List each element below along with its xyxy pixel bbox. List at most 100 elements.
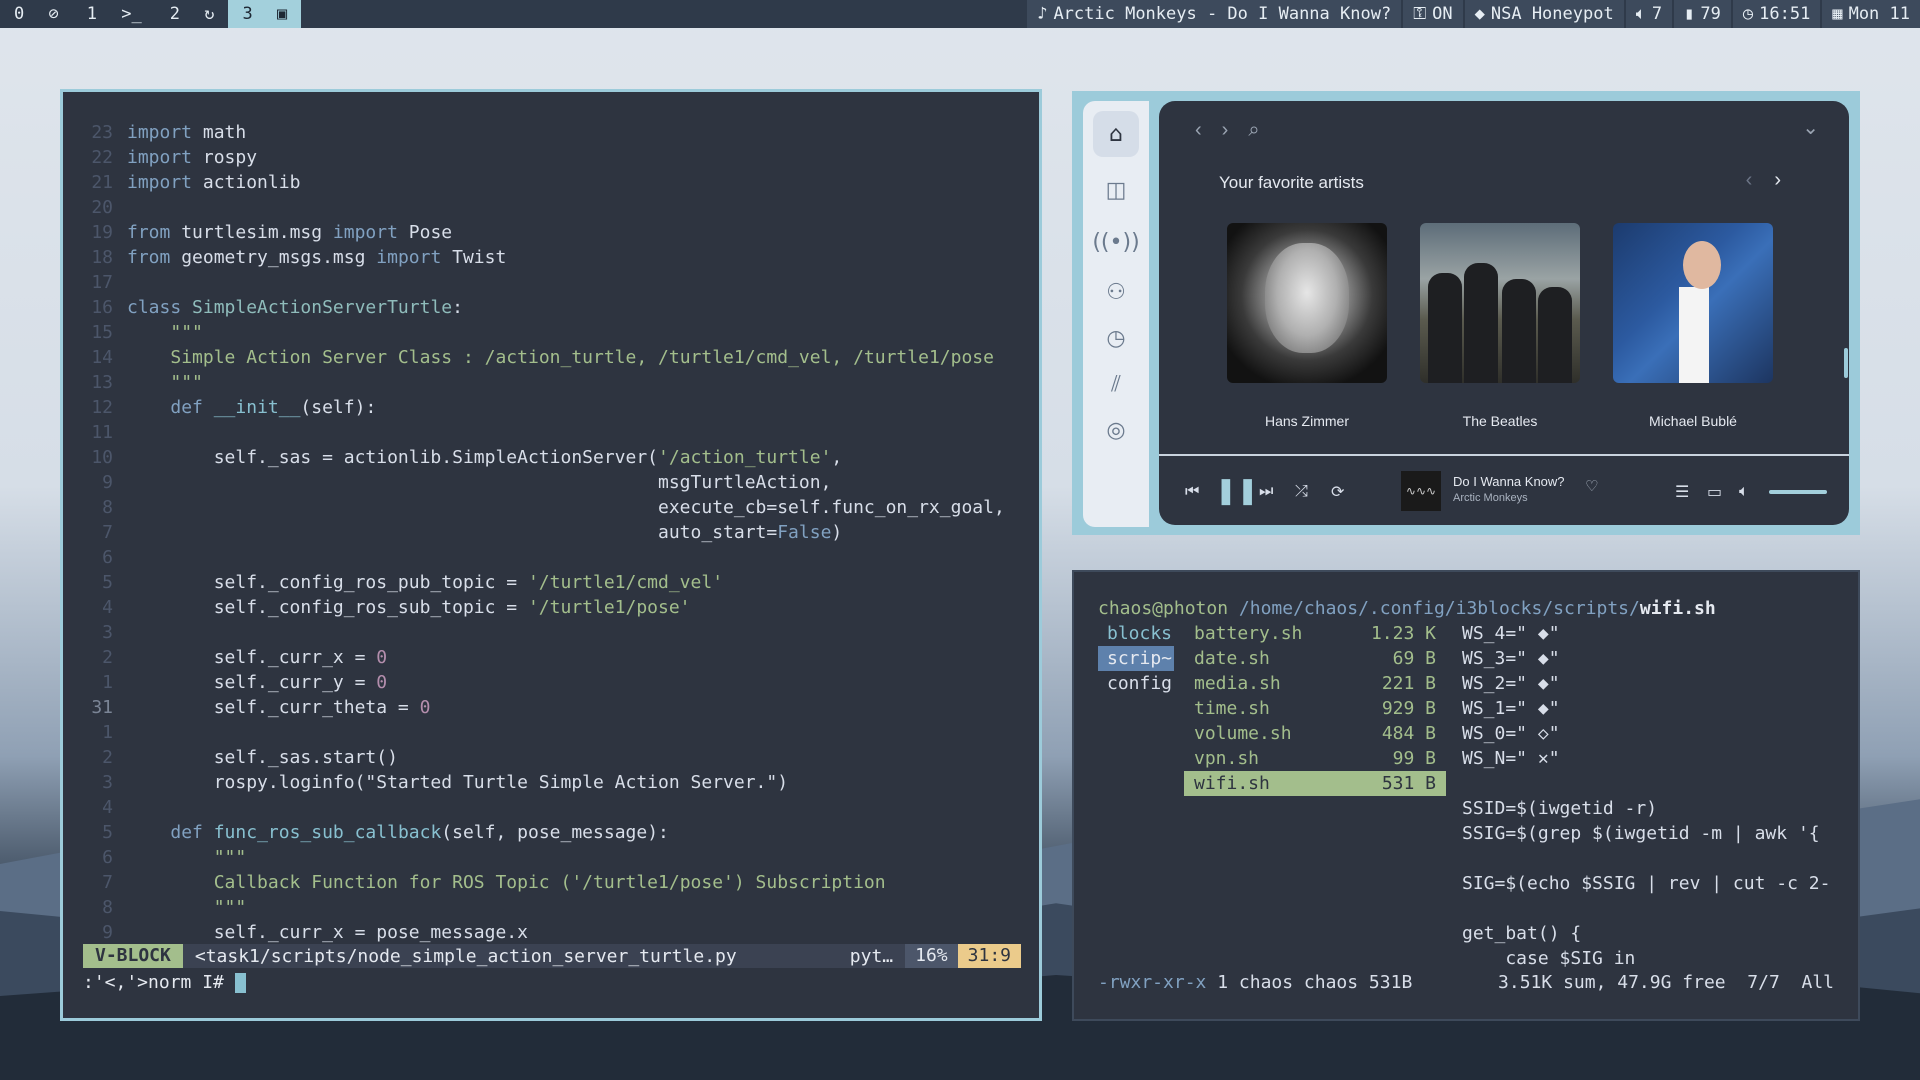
code-line[interactable]: 7 auto_start=False) (83, 520, 1029, 545)
wifi-block[interactable]: ◆ NSA Honeypot (1462, 0, 1624, 28)
code-line[interactable]: 15 """ (83, 320, 1029, 345)
progress-divider[interactable] (1159, 454, 1849, 456)
artist-card[interactable]: Michael Bublé (1613, 223, 1773, 429)
code-line[interactable]: 2 self._sas.start() (83, 745, 1029, 770)
devices-icon[interactable]: ▭ (1707, 482, 1722, 501)
code-line[interactable]: 9 self._curr_x = pose_message.x (83, 920, 1029, 945)
code-line[interactable]: 1 (83, 720, 1029, 745)
artist-card[interactable]: Hans Zimmer (1227, 223, 1387, 429)
search-icon[interactable]: ⌕ (1248, 119, 1259, 142)
track-title[interactable]: Do I Wanna Know? (1453, 474, 1565, 489)
dir-item-selected[interactable]: scrip~ (1098, 646, 1174, 671)
code-line[interactable]: 3 (83, 620, 1029, 645)
line-number: 5 (102, 822, 113, 843)
code-line[interactable]: 6 """ (83, 845, 1029, 870)
radio-icon[interactable]: ((•)) (1092, 219, 1139, 265)
chevron-down-icon[interactable]: ⌄ (1802, 115, 1819, 140)
forward-icon[interactable]: › (1222, 119, 1229, 142)
ranger-terminal-window[interactable]: chaos@photon /home/chaos/.config/i3block… (1072, 570, 1860, 1021)
queue-icon[interactable]: ☰ (1675, 482, 1689, 501)
workspace-3[interactable]: 3 ▣ (228, 0, 302, 28)
repeat-icon[interactable]: ⟳ (1331, 482, 1344, 501)
carousel-next-icon[interactable]: › (1774, 169, 1781, 192)
file-item[interactable]: vpn.sh 99 B (1184, 746, 1446, 771)
pause-icon[interactable]: ❚❚ (1215, 476, 1259, 506)
code-line[interactable]: 5 self._config_ros_pub_topic = '/turtle1… (83, 570, 1029, 595)
track-artist[interactable]: Arctic Monkeys (1453, 492, 1528, 504)
code-line[interactable]: 16 class SimpleActionServerTurtle: (83, 295, 1029, 320)
code-line[interactable]: 18 from geometry_msgs.msg import Twist (83, 245, 1029, 270)
code-text: self._curr_theta = 0 (127, 697, 431, 718)
code-line[interactable]: 11 (83, 420, 1029, 445)
code-line[interactable]: 12 def __init__(self): (83, 395, 1029, 420)
code-line[interactable]: 3 rospy.loginfo("Started Turtle Simple A… (83, 770, 1029, 795)
line-number: 15 (91, 322, 113, 343)
code-line[interactable]: 1 self._curr_y = 0 (83, 670, 1029, 695)
code-line[interactable]: 4 self._config_ros_sub_topic = '/turtle1… (83, 595, 1029, 620)
code-line[interactable]: 19 from turtlesim.msg import Pose (83, 220, 1029, 245)
code-line[interactable]: 13 """ (83, 370, 1029, 395)
code-line[interactable]: 8 execute_cb=self.func_on_rx_goal, (83, 495, 1029, 520)
user-icon[interactable]: ⚇ (1093, 269, 1139, 315)
file-name: volume.sh (1194, 723, 1292, 744)
artist-card[interactable]: The Beatles (1420, 223, 1580, 429)
code-line[interactable]: 4 (83, 795, 1029, 820)
home-icon[interactable]: ⌂ (1093, 111, 1139, 157)
library-icon[interactable]: ⫽ (1093, 361, 1139, 407)
code-line[interactable]: 31 self._curr_theta = 0 (83, 695, 1029, 720)
line-number: 19 (91, 222, 113, 243)
file-item[interactable]: volume.sh 484 B (1184, 721, 1446, 746)
dir-item[interactable]: config (1098, 671, 1174, 696)
code-buffer[interactable]: 23 import math 22 import rospy 21 import acti… (83, 120, 1029, 945)
disc-icon[interactable]: ◎ (1093, 407, 1139, 453)
code-line[interactable]: 2 self._curr_x = 0 (83, 645, 1029, 670)
back-icon[interactable]: ‹ (1195, 119, 1202, 142)
code-line[interactable]: 14 Simple Action Server Class : /action_… (83, 345, 1029, 370)
vim-command-line[interactable]: :'<,'>norm I# (83, 970, 246, 995)
file-item[interactable]: battery.sh 1.23 K (1184, 621, 1446, 646)
scrollbar[interactable] (1844, 348, 1848, 378)
skip-previous-icon[interactable]: ⏮︎ (1185, 481, 1199, 501)
preview-line: get_bat() { (1462, 923, 1582, 944)
shuffle-icon[interactable]: ⤮ (1295, 481, 1308, 501)
file-item[interactable]: date.sh 69 B (1184, 646, 1446, 671)
store-icon[interactable]: ◫ (1093, 167, 1139, 213)
file-size: 929 B (1381, 698, 1436, 719)
code-line[interactable]: 9 msgTurtleAction, (83, 470, 1029, 495)
code-line[interactable]: 10 self._sas = actionlib.SimpleActionSer… (83, 445, 1029, 470)
history-icon[interactable]: ◷ (1093, 315, 1139, 361)
workspace-1[interactable]: 1 >_ (73, 0, 156, 28)
code-line[interactable]: 17 (83, 270, 1029, 295)
vpn-block[interactable]: ⚿ ON (1401, 0, 1463, 28)
artist-name: Michael Bublé (1649, 413, 1737, 429)
code-line[interactable]: 7 Callback Function for ROS Topic ('/tur… (83, 870, 1029, 895)
code-line[interactable]: 20 (83, 195, 1029, 220)
skip-next-icon[interactable]: ⏭︎ (1259, 481, 1273, 501)
code-line[interactable]: 23 import math (83, 120, 1029, 145)
file-item[interactable]: time.sh 929 B (1184, 696, 1446, 721)
file-item-selected[interactable]: wifi.sh 531 B (1184, 771, 1446, 796)
music-block[interactable]: ♪ Arctic Monkeys - Do I Wanna Know? (1027, 0, 1402, 28)
code-line[interactable]: 6 (83, 545, 1029, 570)
volume-icon[interactable]: 🔈︎ (1739, 481, 1749, 501)
code-line[interactable]: 5 def func_ros_sub_callback(self, pose_m… (83, 820, 1029, 845)
workspace-0[interactable]: 0 ⊘ (0, 0, 73, 28)
code-line[interactable]: 22 import rospy (83, 145, 1029, 170)
vim-percent: 16% (905, 944, 958, 968)
workspace-list: 0 ⊘ 1 >_ 2 ↻ 3 ▣ (0, 0, 302, 28)
code-line[interactable]: 8 """ (83, 895, 1029, 920)
dir-item[interactable]: blocks (1098, 621, 1174, 646)
carousel-prev-icon[interactable]: ‹ (1746, 169, 1753, 192)
file-size: 531 B (1381, 773, 1436, 794)
artist-carousel: Hans Zimmer The Beatles Michael Bublé (1227, 223, 1773, 429)
text-cursor (234, 973, 246, 993)
vim-editor-window[interactable]: 23 import math 22 import rospy 21 import acti… (60, 89, 1042, 1021)
file-item[interactable]: media.sh 221 B (1184, 671, 1446, 696)
volume-block[interactable]: 🔈︎ 7 (1623, 0, 1673, 28)
heart-icon[interactable]: ♡ (1585, 477, 1598, 495)
line-number: 1 (102, 672, 113, 693)
code-line[interactable]: 21 import actionlib (83, 170, 1029, 195)
workspace-2[interactable]: 2 ↻ (156, 0, 229, 28)
album-art[interactable]: ∿∿∿ (1401, 471, 1441, 511)
volume-slider[interactable] (1769, 490, 1827, 494)
